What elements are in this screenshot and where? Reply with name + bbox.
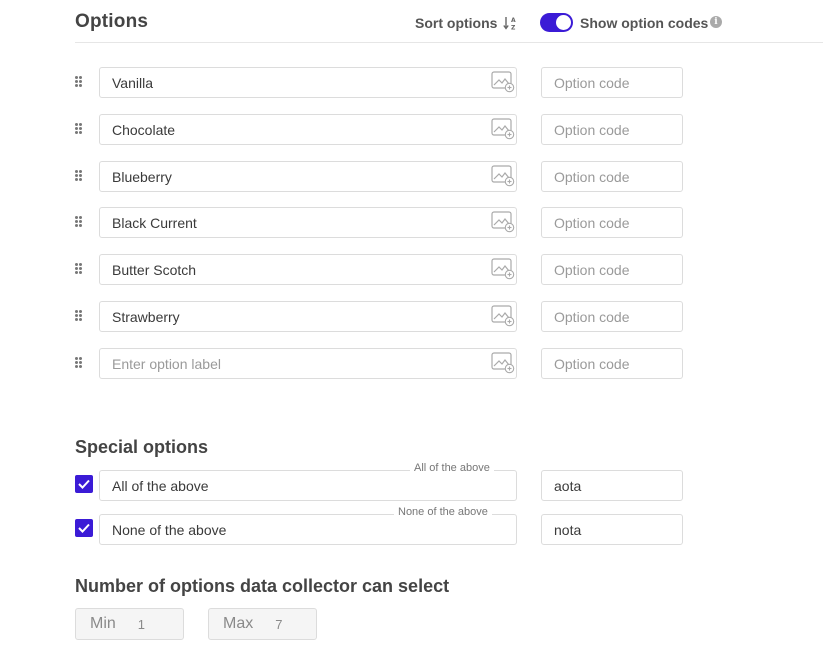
option-code-input[interactable]: Option code [541, 207, 683, 238]
option-label-text: Vanilla [112, 74, 153, 91]
option-label-input[interactable]: Black Current [99, 207, 517, 238]
drag-handle-icon[interactable] [75, 263, 83, 275]
aota-label-input[interactable]: All of the above [99, 470, 517, 501]
nota-label-text: None of the above [112, 521, 227, 538]
option-label-text: Blueberry [112, 168, 172, 185]
new-option-code-input[interactable]: Option code [541, 348, 683, 379]
add-image-icon[interactable] [491, 258, 515, 280]
new-option-code-placeholder: Option code [554, 355, 630, 372]
add-image-icon[interactable] [491, 211, 515, 233]
drag-handle-icon[interactable] [75, 123, 83, 135]
show-option-codes-toggle[interactable] [540, 13, 573, 32]
sort-options-label: Sort options [415, 15, 498, 31]
nota-type-tag: None of the above [394, 506, 492, 518]
drag-handle-icon[interactable] [75, 216, 83, 228]
drag-handle-icon[interactable] [75, 310, 83, 322]
svg-text:Z: Z [511, 25, 516, 32]
option-code-placeholder: Option code [554, 261, 630, 278]
option-label-text: Black Current [112, 214, 197, 231]
option-label-input[interactable]: Blueberry [99, 161, 517, 192]
add-image-icon[interactable] [491, 165, 515, 187]
max-value: 7 [275, 616, 283, 632]
option-label-input[interactable]: Vanilla [99, 67, 517, 98]
svg-text:A: A [511, 17, 516, 24]
section-title-options: Options [75, 11, 149, 32]
sort-az-icon: A Z [503, 17, 516, 32]
nota-code-input[interactable]: nota [541, 514, 683, 545]
aota-label-text: All of the above [112, 477, 209, 494]
option-code-placeholder: Option code [554, 74, 630, 91]
option-code-input[interactable]: Option code [541, 67, 683, 98]
option-code-placeholder: Option code [554, 308, 630, 325]
new-option-label-input[interactable]: Enter option label [99, 348, 517, 379]
aota-code-value: aota [554, 477, 582, 494]
max-select-input[interactable]: Max 7 [208, 608, 317, 640]
sort-options-button[interactable]: Sort options A Z [415, 15, 517, 31]
nota-checkbox[interactable] [75, 519, 93, 537]
aota-code-input[interactable]: aota [541, 470, 683, 501]
option-label-text: Chocolate [112, 121, 176, 138]
checkmark-icon [78, 523, 90, 533]
min-select-input[interactable]: Min 1 [75, 608, 184, 640]
option-label-text: Strawberry [112, 308, 180, 325]
option-code-input[interactable]: Option code [541, 254, 683, 285]
add-image-icon[interactable] [491, 71, 515, 93]
option-label-text: Butter Scotch [112, 261, 197, 278]
option-code-placeholder: Option code [554, 214, 630, 231]
drag-handle-icon[interactable] [75, 170, 83, 182]
aota-checkbox[interactable] [75, 475, 93, 493]
aota-type-tag: All of the above [410, 462, 494, 474]
min-value: 1 [137, 616, 146, 632]
option-code-input[interactable]: Option code [541, 301, 683, 332]
option-code-input[interactable]: Option code [541, 114, 683, 145]
section-title-special-options: Special options [75, 437, 209, 457]
section-title-selection-count: Number of options data collector can sel… [75, 576, 450, 596]
info-icon[interactable]: i [710, 16, 722, 28]
nota-code-value: nota [554, 521, 582, 538]
checkmark-icon [78, 479, 90, 489]
drag-handle-icon[interactable] [75, 357, 83, 369]
show-option-codes-label: Show option codes [580, 15, 709, 31]
max-label: Max [223, 615, 254, 632]
header-divider [75, 42, 823, 43]
option-label-input[interactable]: Strawberry [99, 301, 517, 332]
add-image-icon[interactable] [491, 352, 515, 374]
drag-handle-icon[interactable] [75, 76, 83, 88]
option-label-input[interactable]: Chocolate [99, 114, 517, 145]
option-label-input[interactable]: Butter Scotch [99, 254, 517, 285]
option-code-placeholder: Option code [554, 121, 630, 138]
option-code-input[interactable]: Option code [541, 161, 683, 192]
add-image-icon[interactable] [491, 305, 515, 327]
add-image-icon[interactable] [491, 118, 515, 140]
new-option-label-placeholder: Enter option label [112, 355, 221, 372]
min-label: Min [90, 615, 116, 632]
toggle-knob [556, 15, 571, 30]
option-code-placeholder: Option code [554, 168, 630, 185]
nota-label-input[interactable]: None of the above [99, 514, 517, 545]
